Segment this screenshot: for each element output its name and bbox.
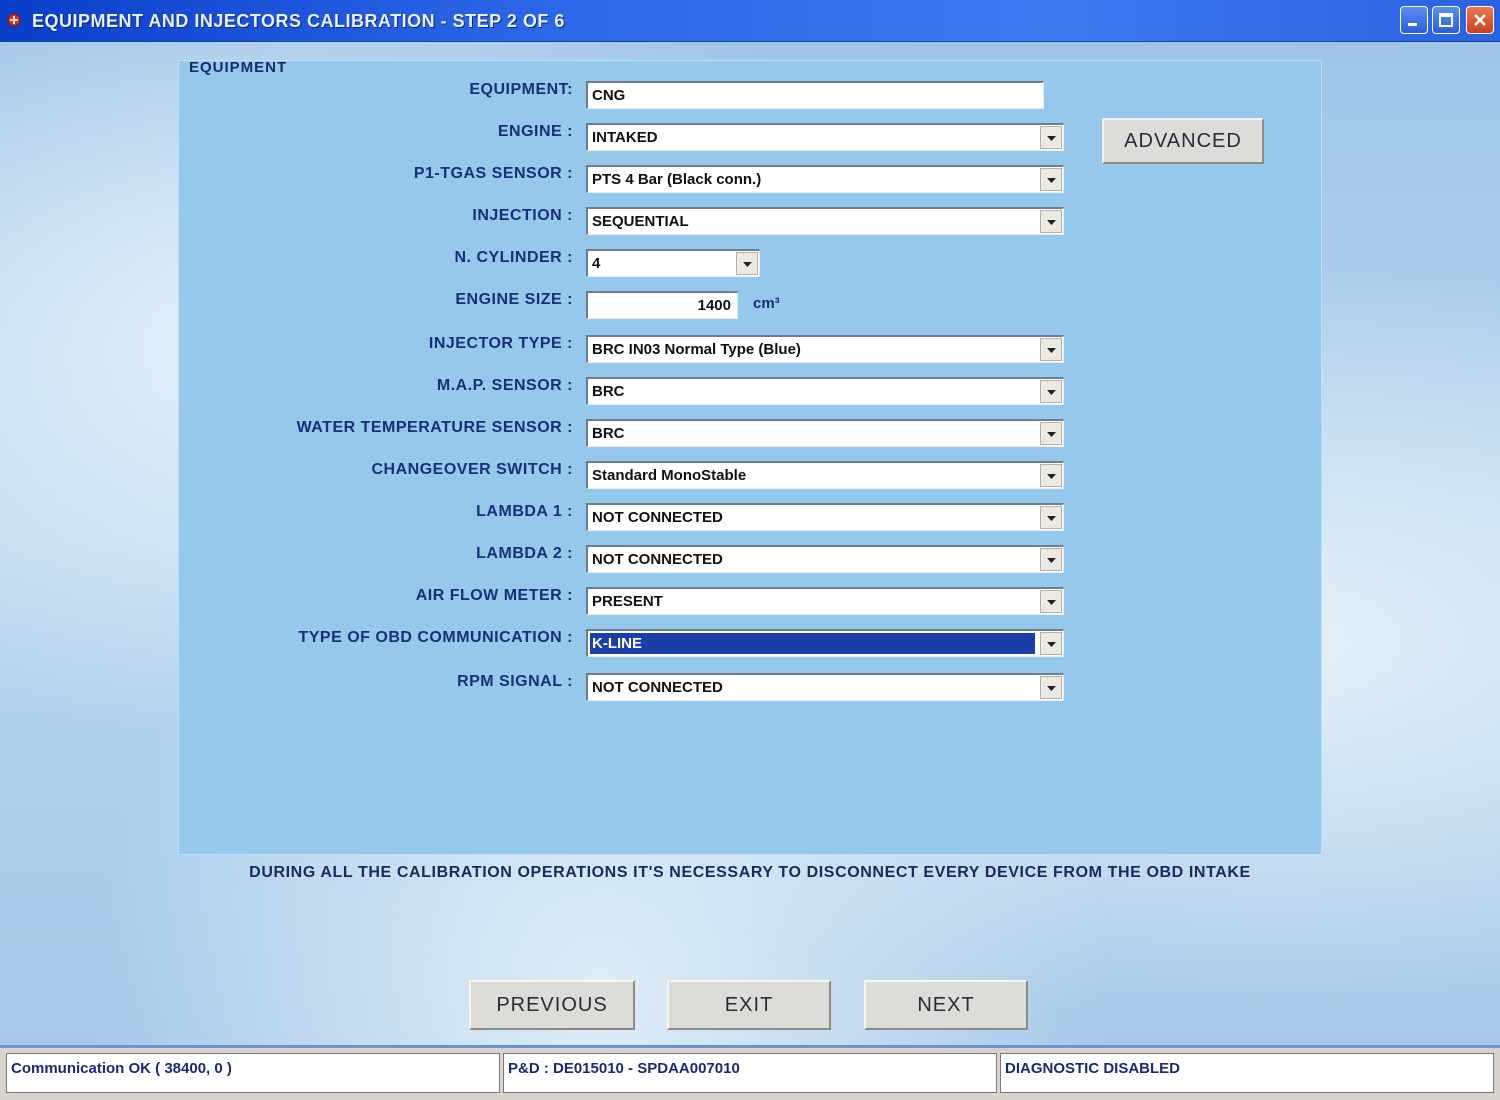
water-label: WATER TEMPERATURE SENSOR : [296, 419, 573, 436]
minimize-button[interactable] [1400, 6, 1428, 34]
sensor-dropdown-button[interactable] [1040, 168, 1062, 191]
injection-dropdown-button[interactable] [1040, 210, 1062, 233]
airflow-label: AIR FLOW METER : [415, 587, 573, 604]
injector-value: BRC IN03 Normal Type (Blue) [592, 341, 801, 358]
chevron-down-icon [1047, 390, 1056, 395]
chevron-down-icon [1047, 178, 1056, 183]
equipment-label: EQUIPMENT: [469, 81, 573, 98]
engine-size-unit: cm³ [753, 295, 780, 312]
airflow-select[interactable]: PRESENT [586, 587, 1064, 615]
injection-value: SEQUENTIAL [592, 213, 689, 230]
engine-size-label: ENGINE SIZE : [455, 291, 573, 308]
rpm-value: NOT CONNECTED [592, 679, 723, 696]
next-button[interactable]: NEXT [864, 980, 1028, 1030]
status-diagnostic: DIAGNOSTIC DISABLED [1000, 1053, 1494, 1093]
advanced-button[interactable]: ADVANCED [1102, 118, 1264, 164]
group-title: EQUIPMENT [189, 59, 288, 76]
changeover-select[interactable]: Standard MonoStable [586, 461, 1064, 489]
calibration-window: EQUIPMENT AND INJECTORS CALIBRATION - ST… [0, 0, 1500, 1100]
lambda2-label: LAMBDA 2 : [476, 545, 573, 562]
injection-select[interactable]: SEQUENTIAL [586, 207, 1064, 235]
sensor-select[interactable]: PTS 4 Bar (Black conn.) [586, 165, 1064, 193]
lambda1-value: NOT CONNECTED [592, 509, 723, 526]
title-bar[interactable]: EQUIPMENT AND INJECTORS CALIBRATION - ST… [0, 0, 1500, 42]
lambda1-label: LAMBDA 1 : [476, 503, 573, 520]
cylinder-dropdown-button[interactable] [736, 252, 758, 275]
cylinder-value: 4 [592, 255, 601, 272]
water-dropdown-button[interactable] [1040, 422, 1062, 445]
selection-highlight [590, 633, 1035, 654]
airflow-value: PRESENT [592, 593, 663, 610]
map-dropdown-button[interactable] [1040, 380, 1062, 403]
app-icon [7, 13, 21, 27]
obd-value: K-LINE [592, 635, 642, 652]
obd-dropdown-button[interactable] [1040, 632, 1062, 655]
rpm-label: RPM SIGNAL : [457, 673, 573, 690]
equipment-group: EQUIPMENT EQUIPMENT: CNG ENGINE : INTAKE… [178, 59, 1322, 855]
chevron-down-icon [743, 262, 752, 267]
maximize-button[interactable] [1432, 6, 1460, 34]
engine-select[interactable]: INTAKED [586, 123, 1064, 151]
chevron-down-icon [1047, 516, 1056, 521]
rpm-dropdown-button[interactable] [1040, 676, 1062, 699]
lambda1-select[interactable]: NOT CONNECTED [586, 503, 1064, 531]
map-select[interactable]: BRC [586, 377, 1064, 405]
chevron-down-icon [1047, 432, 1056, 437]
previous-button[interactable]: PREVIOUS [469, 980, 635, 1030]
calibration-notice: DURING ALL THE CALIBRATION OPERATIONS IT… [249, 864, 1251, 881]
sensor-label: P1-TGAS SENSOR : [413, 165, 573, 182]
engine-dropdown-button[interactable] [1040, 126, 1062, 149]
chevron-down-icon [1047, 686, 1056, 691]
water-select[interactable]: BRC [586, 419, 1064, 447]
chevron-down-icon [1047, 136, 1056, 141]
status-bar: Communication OK ( 38400, 0 ) P&D : DE01… [0, 1045, 1500, 1100]
injection-label: INJECTION : [472, 207, 573, 224]
lambda2-select[interactable]: NOT CONNECTED [586, 545, 1064, 573]
lambda2-dropdown-button[interactable] [1040, 548, 1062, 571]
injector-dropdown-button[interactable] [1040, 338, 1062, 361]
lambda2-value: NOT CONNECTED [592, 551, 723, 568]
map-label: M.A.P. SENSOR : [436, 377, 573, 394]
changeover-dropdown-button[interactable] [1040, 464, 1062, 487]
chevron-down-icon [1047, 220, 1056, 225]
chevron-down-icon [1047, 600, 1056, 605]
chevron-down-icon [1047, 348, 1056, 353]
chevron-down-icon [1047, 558, 1056, 563]
map-value: BRC [592, 383, 625, 400]
cylinder-select[interactable]: 4 [586, 249, 760, 277]
engine-value: INTAKED [592, 129, 658, 146]
airflow-dropdown-button[interactable] [1040, 590, 1062, 613]
status-pn: P&D : DE015010 - SPDAA007010 [503, 1053, 997, 1093]
changeover-label: CHANGEOVER SWITCH : [371, 461, 573, 478]
close-icon [1474, 14, 1486, 26]
window-title: EQUIPMENT AND INJECTORS CALIBRATION - ST… [32, 11, 565, 31]
water-value: BRC [592, 425, 625, 442]
engine-label: ENGINE : [497, 123, 573, 140]
minimize-icon [1408, 23, 1417, 26]
status-communication: Communication OK ( 38400, 0 ) [6, 1053, 500, 1093]
injector-label: INJECTOR TYPE : [428, 335, 573, 352]
client-area: EQUIPMENT EQUIPMENT: CNG ENGINE : INTAKE… [0, 42, 1500, 1045]
chevron-down-icon [1047, 642, 1056, 647]
rpm-select[interactable]: NOT CONNECTED [586, 673, 1064, 701]
obd-label: TYPE OF OBD COMMUNICATION : [298, 629, 573, 646]
maximize-icon [1439, 13, 1453, 27]
obd-select[interactable]: K-LINE [586, 629, 1064, 657]
equipment-value: CNG [592, 87, 626, 104]
chevron-down-icon [1047, 474, 1056, 479]
sensor-value: PTS 4 Bar (Black conn.) [592, 171, 762, 188]
equipment-input[interactable]: CNG [586, 81, 1044, 109]
engine-size-input[interactable]: 1400 [586, 291, 738, 319]
lambda1-dropdown-button[interactable] [1040, 506, 1062, 529]
cylinder-label: N. CYLINDER : [454, 249, 573, 266]
changeover-value: Standard MonoStable [592, 467, 747, 484]
exit-button[interactable]: EXIT [667, 980, 831, 1030]
injector-select[interactable]: BRC IN03 Normal Type (Blue) [586, 335, 1064, 363]
close-button[interactable] [1466, 6, 1494, 34]
engine-size-value: 1400 [697, 297, 731, 314]
